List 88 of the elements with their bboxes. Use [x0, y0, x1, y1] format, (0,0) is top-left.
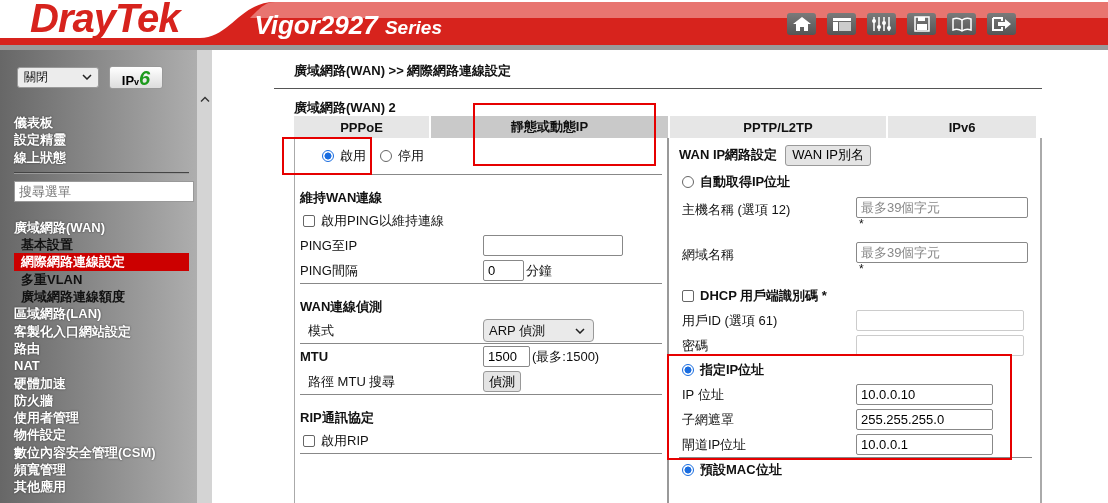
menu-item[interactable]: 設定精靈 [14, 131, 189, 149]
menu-item[interactable]: 儀表板 [14, 114, 189, 132]
submenu-item[interactable]: 網際網路連線設定 [14, 253, 189, 271]
input-field[interactable] [856, 335, 1024, 356]
menu-item[interactable]: 廣域網路(WAN) [14, 218, 189, 237]
menu-item[interactable]: 其他應用 [14, 478, 189, 496]
caret-icon [575, 327, 585, 334]
field-label: 模式 [307, 321, 335, 340]
checkbox-label: 啟用RIP [321, 432, 369, 450]
home-icon[interactable] [787, 13, 816, 35]
menu-item[interactable]: 頻寬管理 [14, 461, 189, 479]
scrollbar[interactable] [197, 50, 212, 503]
checkbox-label: 啟用PING以維持連線 [321, 212, 444, 230]
input-field[interactable] [856, 310, 1024, 331]
menu-item[interactable]: 線上狀態 [14, 148, 189, 166]
field-label: PING間隔 [300, 261, 359, 280]
checkbox-label: DHCP 用戶端識別碼 * [700, 287, 827, 305]
radio-label: 停用 [398, 147, 424, 165]
radio-label: 自動取得IP位址 [700, 173, 791, 191]
required-mark: * [858, 263, 865, 275]
input-field[interactable]: 1500 [483, 346, 530, 367]
caret-icon [82, 74, 92, 80]
menu-item[interactable]: 區域網路(LAN) [14, 305, 189, 323]
field-label: 主機名稱 (選項 12) [681, 201, 792, 219]
tab[interactable]: 靜態或動態IP [431, 116, 670, 138]
section-title: 廣域網路(WAN) 2 [294, 99, 397, 116]
save-icon[interactable] [907, 13, 936, 35]
scroll-up-icon[interactable] [199, 96, 210, 103]
mode-select[interactable]: ARP 偵測 [483, 319, 594, 342]
menu-item[interactable]: NAT [14, 357, 189, 375]
breadcrumb: 廣域網路(WAN) >> 網際網路連線設定 [293, 62, 513, 78]
detect-button[interactable]: 偵測 [483, 371, 521, 392]
input-field[interactable]: 10.0.0.10 [856, 384, 993, 405]
submenu-item[interactable]: 基本設置 [14, 236, 189, 254]
checkbox[interactable] [303, 215, 315, 227]
model-title: Vigor2927 Series [254, 9, 442, 42]
radio-button[interactable] [682, 464, 694, 476]
sliders-icon[interactable] [867, 13, 896, 35]
submenu-item[interactable]: 廣域網路連線額度 [14, 288, 189, 306]
menu-item[interactable]: 數位內容安全管理(CSM) [14, 443, 189, 462]
section-heading: WAN連線偵測 [300, 298, 383, 316]
input-field[interactable]: 最多39個字元 [856, 242, 1028, 263]
section-heading: MTU [300, 349, 330, 364]
menu-item[interactable]: 防火牆 [14, 391, 189, 410]
field-label: 密碼 [681, 336, 709, 355]
radio-label: 預設MAC位址 [700, 461, 782, 479]
radio-button[interactable] [322, 150, 334, 162]
search-field[interactable]: 搜尋選單 [14, 180, 194, 202]
tab[interactable]: PPTP/L2TP [670, 116, 888, 138]
section-heading: WAN IP網路設定 [679, 146, 778, 164]
menu-item[interactable]: 物件設定 [14, 426, 189, 444]
input-field[interactable]: 0 [483, 260, 524, 281]
layout-icon[interactable] [827, 13, 856, 35]
submenu-item[interactable]: 多重VLAN [14, 270, 189, 289]
unit-label: (最多:1500) [532, 347, 600, 366]
radio-button[interactable] [682, 364, 694, 376]
field-label: 網域名稱 [681, 246, 735, 264]
input-field[interactable]: 255.255.255.0 [856, 409, 993, 430]
required-mark: * [858, 218, 865, 230]
menu-item[interactable]: 使用者管理 [14, 409, 189, 427]
input-field[interactable]: 10.0.0.1 [856, 434, 993, 455]
menu-item[interactable]: 路由 [14, 339, 189, 358]
input-field[interactable] [483, 235, 623, 256]
checkbox[interactable] [682, 290, 694, 302]
menu-item[interactable]: 客製化入口網站設定 [14, 322, 189, 340]
alias-button[interactable]: WAN IP別名 [785, 144, 871, 166]
section-heading: 維持WAN連線 [300, 189, 383, 207]
brand-logo: DrayTek [30, 0, 180, 40]
book-icon[interactable] [947, 13, 976, 35]
field-label: 閘道IP位址 [681, 435, 748, 454]
unit-label: 分鐘 [526, 261, 552, 280]
tab[interactable]: IPv6 [888, 116, 1038, 138]
radio-button[interactable] [380, 150, 392, 162]
section-heading: RIP通訊協定 [300, 409, 374, 427]
mode-select[interactable]: 關閉 [17, 66, 99, 88]
radio-label: 指定IP位址 [700, 361, 765, 379]
field-label: PING至IP [300, 236, 359, 255]
menu-item[interactable]: 硬體加速 [14, 374, 189, 392]
tab[interactable]: PPPoE [294, 116, 431, 138]
logout-icon[interactable] [987, 13, 1016, 35]
radio-button[interactable] [682, 176, 694, 188]
field-label: 路徑 MTU 搜尋 [307, 372, 397, 391]
checkbox[interactable] [303, 435, 315, 447]
field-label: 子網遮罩 [681, 410, 735, 429]
radio-label: 啟用 [340, 147, 366, 165]
field-label: 用戶ID (選項 61) [681, 311, 779, 330]
field-label: IP 位址 [681, 385, 725, 404]
input-field[interactable]: 最多39個字元 [856, 197, 1028, 218]
